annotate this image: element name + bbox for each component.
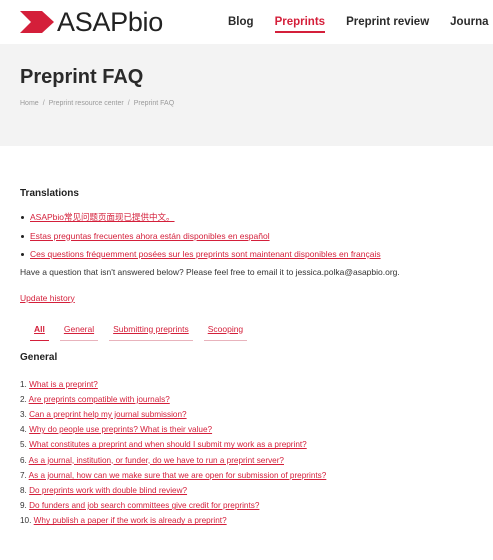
main-nav: Blog Preprints Preprint review Journa xyxy=(228,0,493,44)
faq-question-link[interactable]: Why publish a paper if the work is alrea… xyxy=(34,516,227,525)
faq-question-link[interactable]: Why do people use preprints? What is the… xyxy=(29,425,212,434)
faq-item: 8. Do preprints work with double blind r… xyxy=(20,483,490,498)
tab-all[interactable]: All xyxy=(30,324,49,341)
tab-submitting-preprints[interactable]: Submitting preprints xyxy=(109,324,193,341)
asapbio-chevron-logo-icon xyxy=(20,11,54,33)
list-item: Estas preguntas frecuentes ahora están d… xyxy=(20,227,490,246)
site-header: ASAPbio Blog Preprints Preprint review J… xyxy=(0,0,493,45)
breadcrumb-separator: / xyxy=(42,100,45,107)
translation-link-spanish[interactable]: Estas preguntas frecuentes ahora están d… xyxy=(30,231,270,241)
faq-item-number: 4. xyxy=(20,425,27,435)
faq-question-link[interactable]: Do preprints work with double blind revi… xyxy=(29,486,187,495)
faq-item-number: 8. xyxy=(20,485,27,495)
list-item: Ces questions fréquemment posées sur les… xyxy=(20,245,490,264)
faq-item-number: 1. xyxy=(20,379,27,389)
site-logo[interactable]: ASAPbio xyxy=(20,8,163,36)
faq-item: 3. Can a preprint help my journal submis… xyxy=(20,407,490,422)
translation-link-french[interactable]: Ces questions fréquemment posées sur les… xyxy=(30,249,381,259)
breadcrumb-resource-center[interactable]: Preprint resource center xyxy=(49,100,124,107)
breadcrumb-current: Preprint FAQ xyxy=(133,100,175,107)
faq-item-number: 5. xyxy=(20,440,27,450)
faq-question-link[interactable]: What constitutes a preprint and when sho… xyxy=(29,440,307,449)
faq-item-number: 9. xyxy=(20,501,27,511)
list-item: ASAPbio常见问题页面现已提供中文。 xyxy=(20,208,490,227)
page-hero: Preprint FAQ Home / Preprint resource cent… xyxy=(0,44,493,146)
faq-item: 5. What constitutes a preprint and when … xyxy=(20,437,490,452)
faq-item-number: 6. xyxy=(20,455,27,465)
faq-item: 1. What is a preprint? xyxy=(20,377,490,392)
faq-item: 10. Why publish a paper if the work is a… xyxy=(20,513,490,528)
faq-tabs: All General Submitting preprints Scoopin… xyxy=(30,324,490,341)
tab-general[interactable]: General xyxy=(59,324,99,341)
nav-item-preprint-review[interactable]: Preprint review xyxy=(346,0,429,44)
faq-question-link[interactable]: What is a preprint? xyxy=(29,380,98,389)
breadcrumb-home[interactable]: Home xyxy=(20,100,39,107)
faq-item: 4. Why do people use preprints? What is … xyxy=(20,422,490,437)
faq-item: 2. Are preprints compatible with journal… xyxy=(20,392,490,407)
translations-list: ASAPbio常见问题页面现已提供中文。 Estas preguntas fre… xyxy=(20,208,490,264)
nav-item-preprints[interactable]: Preprints xyxy=(274,0,325,44)
breadcrumb: Home / Preprint resource center / Preprint F… xyxy=(20,100,174,107)
faq-list: 1. What is a preprint? 2. Are preprints c… xyxy=(20,377,490,529)
logo-text: ASAPbio xyxy=(57,7,163,37)
faq-item-number: 7. xyxy=(20,470,27,480)
faq-question-link[interactable]: Do funders and job search committees giv… xyxy=(29,501,259,510)
nav-item-journals[interactable]: Journa xyxy=(450,0,488,44)
general-heading: General xyxy=(20,351,58,363)
faq-item-number: 10. xyxy=(20,516,32,526)
faq-item-number: 3. xyxy=(20,409,27,419)
faq-question-link[interactable]: Are preprints compatible with journals? xyxy=(29,395,170,404)
breadcrumb-separator: / xyxy=(127,100,130,107)
faq-item: 7. As a journal, how can we make sure th… xyxy=(20,468,490,483)
faq-item-number: 2. xyxy=(20,394,27,404)
update-history-link[interactable]: Update history xyxy=(20,293,75,303)
faq-question-link[interactable]: Can a preprint help my journal submissio… xyxy=(29,410,186,419)
faq-question-link[interactable]: As a journal, how can we make sure that … xyxy=(29,471,327,480)
tab-scooping[interactable]: Scooping xyxy=(203,324,248,341)
question-text: Have a question that isn't answered belo… xyxy=(20,266,400,277)
faq-item: 9. Do funders and job search committees … xyxy=(20,498,490,513)
main-content: Translations ASAPbio常见问题页面现已提供中文。 Estas … xyxy=(20,188,490,529)
faq-question-link[interactable]: As a journal, institution, or funder, do… xyxy=(29,456,284,465)
faq-item: 6. As a journal, institution, or funder,… xyxy=(20,453,490,468)
nav-item-blog[interactable]: Blog xyxy=(228,0,254,44)
translations-heading: Translations xyxy=(20,188,79,199)
translation-link-chinese[interactable]: ASAPbio常见问题页面现已提供中文。 xyxy=(30,212,175,222)
page-title: Preprint FAQ xyxy=(20,66,144,88)
